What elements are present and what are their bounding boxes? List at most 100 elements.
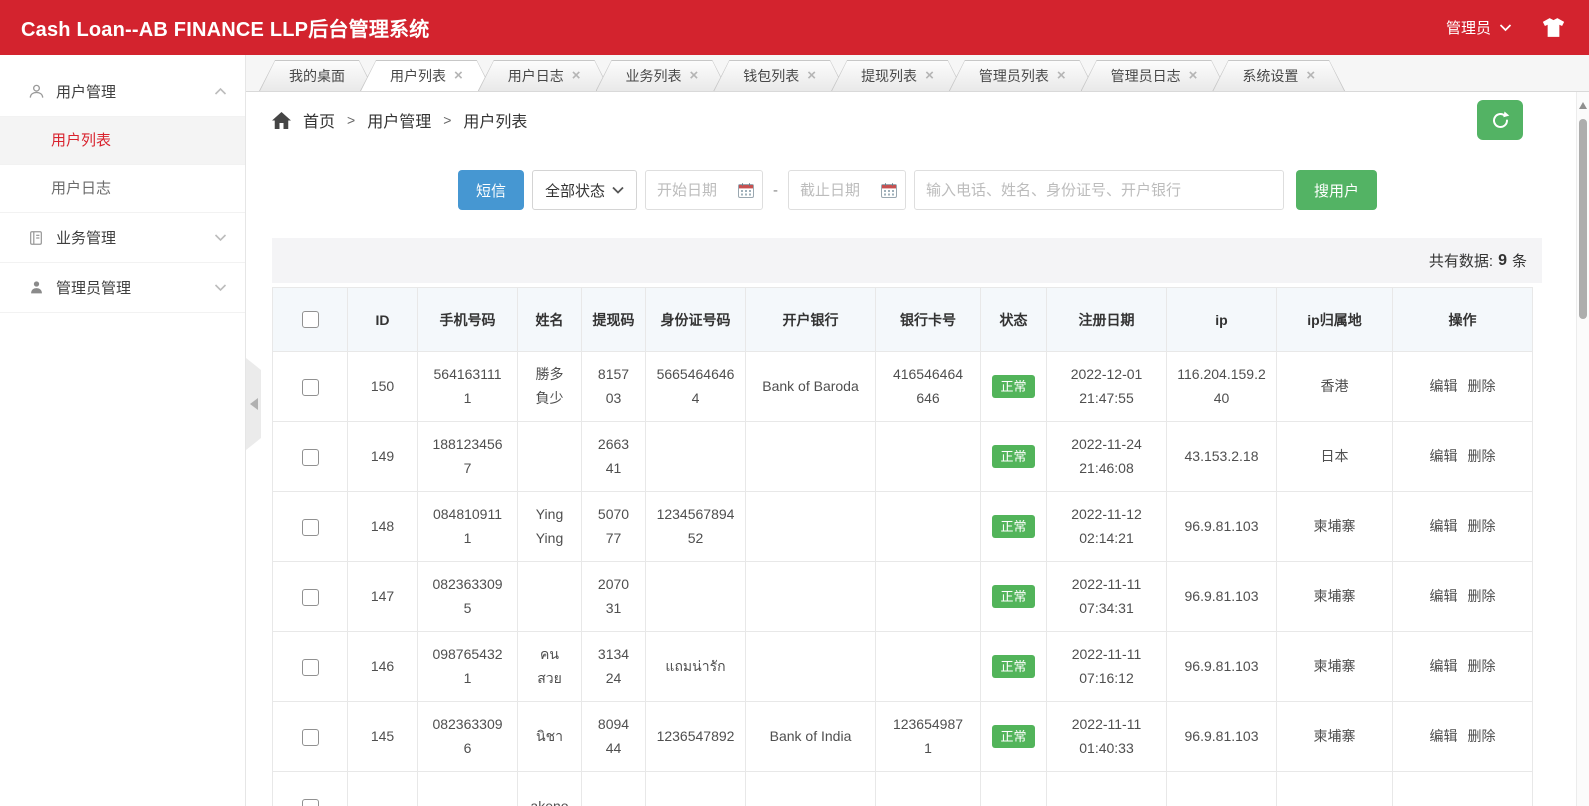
table-row: 1480848109111Ying Ying507077123456789452…	[273, 492, 1533, 562]
tab-user-log[interactable]: 用户日志×	[478, 60, 611, 91]
end-date-field[interactable]	[798, 181, 877, 200]
row-checkbox[interactable]	[302, 589, 319, 606]
edit-link[interactable]: 编辑	[1430, 448, 1458, 464]
sidebar-collapse-handle[interactable]	[246, 358, 261, 450]
tab-user-list[interactable]: 用户列表×	[360, 60, 493, 91]
summary-bar: 共有数据: 9 条	[272, 238, 1542, 283]
topbar-right: 管理员	[1446, 17, 1565, 38]
row-checkbox[interactable]	[302, 659, 319, 676]
cell-name	[518, 562, 582, 632]
delete-link[interactable]: 删除	[1468, 378, 1496, 394]
status-badge: 正常	[992, 725, 1034, 749]
cell-ip-region: 香港	[1277, 352, 1393, 422]
close-icon[interactable]: ×	[1057, 68, 1066, 83]
close-icon[interactable]: ×	[454, 68, 463, 83]
cell-id: 147	[348, 562, 418, 632]
delete-link[interactable]: 删除	[1468, 658, 1496, 674]
cell-status	[981, 772, 1047, 806]
cell-phone: 5641631111	[418, 352, 518, 422]
column-header: ID	[348, 288, 418, 352]
cell-name: นิชา	[518, 702, 582, 772]
edit-link[interactable]: 编辑	[1430, 728, 1458, 744]
breadcrumb: 首页 > 用户管理 > 用户列表	[272, 108, 527, 132]
status-select[interactable]: 全部状态	[532, 170, 637, 210]
delete-link[interactable]: 删除	[1468, 518, 1496, 534]
cell-bank-card: 416546464646	[876, 352, 981, 422]
delete-link[interactable]: 删除	[1468, 448, 1496, 464]
tab-label: 提现列表	[861, 66, 917, 86]
cell-id	[348, 772, 418, 806]
cell-withdraw-code: 809444	[582, 702, 646, 772]
tshirt-icon[interactable]	[1542, 18, 1565, 37]
close-icon[interactable]: ×	[1306, 68, 1315, 83]
user-menu[interactable]: 管理员	[1446, 17, 1512, 38]
cell-actions: 编辑删除	[1393, 632, 1533, 702]
row-checkbox[interactable]	[302, 379, 319, 396]
scroll-up-arrow[interactable]	[1579, 102, 1587, 109]
sidebar-menu: 用户管理用户列表用户日志业务管理管理员管理	[0, 55, 245, 313]
breadcrumb-home[interactable]: 首页	[303, 108, 335, 132]
cell-withdraw-code: 313424	[582, 632, 646, 702]
tab-system-settings[interactable]: 系统设置 ×	[1212, 60, 1345, 91]
close-icon[interactable]: ×	[1189, 68, 1198, 83]
refresh-button[interactable]	[1477, 100, 1523, 140]
cell-id-card	[646, 562, 746, 632]
admin-icon	[27, 280, 45, 295]
row-checkbox-cell	[273, 352, 348, 422]
filter-bar: 短信 全部状态 - 搜用户	[246, 170, 1589, 210]
cell-ip-region: 柬埔寨	[1277, 702, 1393, 772]
cell-id: 145	[348, 702, 418, 772]
breadcrumb-user-management[interactable]: 用户管理	[367, 108, 431, 132]
edit-link[interactable]: 编辑	[1430, 658, 1458, 674]
cell-reg-date	[1047, 772, 1167, 806]
close-icon[interactable]: ×	[572, 68, 581, 83]
tab-my-desktop[interactable]: 我的桌面	[259, 60, 375, 91]
start-date-field[interactable]	[655, 181, 734, 200]
status-badge: 正常	[992, 515, 1034, 539]
close-icon[interactable]: ×	[690, 68, 699, 83]
cell-id-card: 1236547892	[646, 702, 746, 772]
row-checkbox[interactable]	[302, 729, 319, 746]
edit-link[interactable]: 编辑	[1430, 518, 1458, 534]
edit-link[interactable]: 编辑	[1430, 588, 1458, 604]
sms-button[interactable]: 短信	[458, 170, 524, 210]
row-checkbox[interactable]	[302, 519, 319, 536]
sidebar-item-user-log[interactable]: 用户日志	[0, 165, 245, 213]
tab-business-list[interactable]: 业务列表×	[596, 60, 729, 91]
breadcrumb-separator: >	[443, 112, 451, 128]
cell-status: 正常	[981, 492, 1047, 562]
row-checkbox[interactable]	[302, 799, 319, 806]
tab-label: 管理员列表	[979, 66, 1049, 86]
row-checkbox[interactable]	[302, 449, 319, 466]
close-icon[interactable]: ×	[925, 68, 934, 83]
cell-actions: 编辑删除	[1393, 562, 1533, 632]
close-icon[interactable]: ×	[807, 68, 816, 83]
user-icon	[27, 83, 45, 100]
tab-label: 系统设置	[1242, 66, 1298, 86]
cell-actions: 编辑删除	[1393, 422, 1533, 492]
sidebar-group-business-management[interactable]: 业务管理	[0, 213, 245, 263]
sidebar-group-user-management[interactable]: 用户管理	[0, 67, 245, 117]
cell-id: 149	[348, 422, 418, 492]
tab-admin-log[interactable]: 管理员日志×	[1081, 60, 1228, 91]
status-select-value: 全部状态	[545, 180, 605, 201]
search-input[interactable]	[914, 170, 1284, 210]
tab-wallet-list[interactable]: 钱包列表×	[713, 60, 846, 91]
delete-link[interactable]: 删除	[1468, 588, 1496, 604]
end-date-input[interactable]	[788, 170, 906, 210]
select-all-checkbox[interactable]	[302, 311, 319, 328]
date-range-separator: -	[773, 182, 778, 199]
delete-link[interactable]: 删除	[1468, 728, 1496, 744]
sidebar-group-admin-management[interactable]: 管理员管理	[0, 263, 245, 313]
tab-withdraw-list[interactable]: 提现列表 ×	[831, 60, 964, 91]
edit-link[interactable]: 编辑	[1430, 378, 1458, 394]
top-bar: Cash Loan--AB FINANCE LLP后台管理系统 管理员	[0, 0, 1589, 55]
scrollbar-thumb[interactable]	[1579, 119, 1587, 319]
sidebar-item-user-list[interactable]: 用户列表	[0, 117, 245, 165]
status-badge: 正常	[992, 375, 1034, 399]
tab-admin-list[interactable]: 管理员列表 ×	[949, 60, 1096, 91]
start-date-input[interactable]	[645, 170, 763, 210]
search-user-button[interactable]: 搜用户	[1296, 170, 1377, 210]
cell-phone	[418, 772, 518, 806]
table-row: 1491881234567266341正常2022-11-24 21:46:08…	[273, 422, 1533, 492]
